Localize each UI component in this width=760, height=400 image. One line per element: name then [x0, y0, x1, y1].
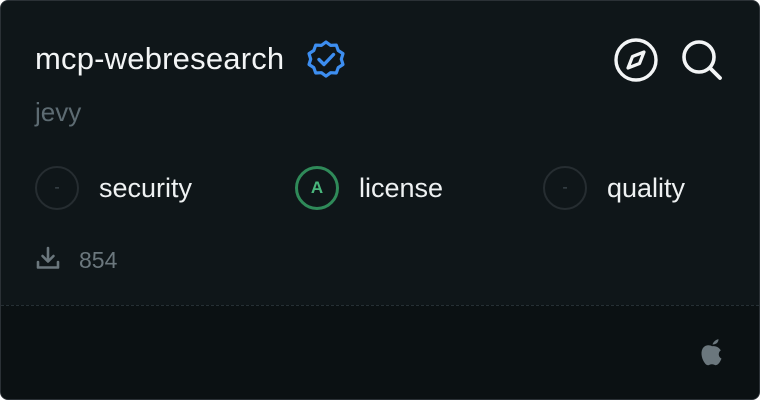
- score-label: license: [359, 172, 444, 203]
- verified-badge-icon: [304, 37, 348, 81]
- download-icon: [35, 245, 61, 276]
- score-label: quality: [607, 172, 686, 203]
- package-name[interactable]: mcp-webresearch: [35, 41, 284, 77]
- apple-icon: [699, 337, 725, 367]
- download-count: 854: [79, 246, 118, 273]
- search-icon[interactable]: [679, 37, 725, 83]
- package-card[interactable]: mcp-webresearch jevy - security A licens…: [0, 0, 760, 400]
- score-license: A license: [295, 164, 443, 212]
- score-security: - security: [35, 164, 192, 212]
- downloads: 854: [35, 243, 117, 277]
- score-label: security: [99, 172, 193, 203]
- score-quality: - quality: [543, 164, 685, 212]
- compass-icon[interactable]: [613, 37, 659, 83]
- score-grade-circle: -: [35, 166, 79, 210]
- package-author[interactable]: jevy: [35, 97, 81, 128]
- card-footer: [1, 305, 759, 399]
- score-grade-circle: A: [295, 166, 339, 210]
- card-actions: [613, 37, 725, 83]
- title-row: mcp-webresearch: [35, 35, 348, 83]
- score-grade-circle: -: [543, 166, 587, 210]
